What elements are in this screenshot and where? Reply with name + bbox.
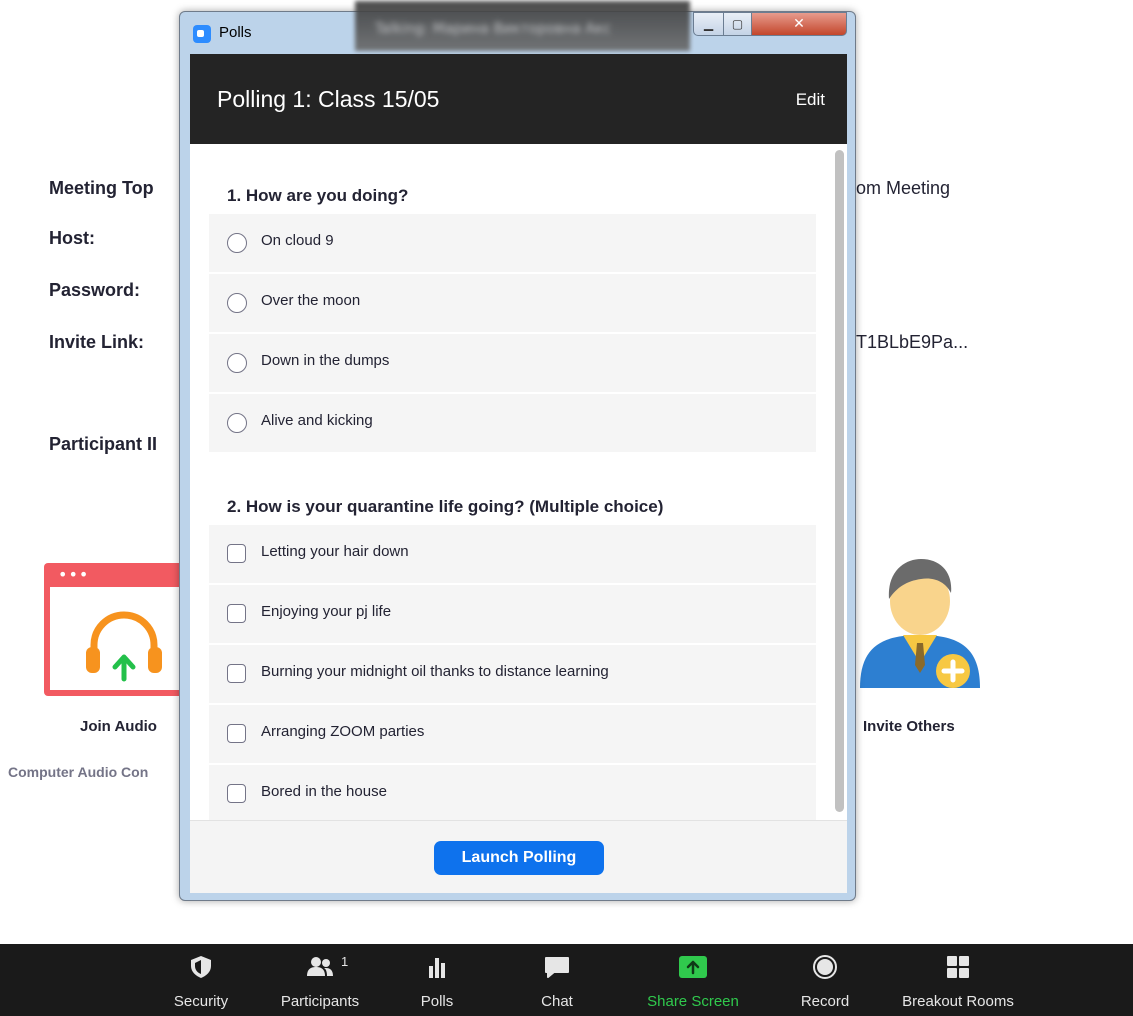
option-row[interactable]: Bored in the house <box>209 765 816 823</box>
meeting-topic-label: Meeting Top <box>49 178 154 198</box>
polls-icon <box>429 958 445 978</box>
radio-button[interactable] <box>227 353 247 373</box>
option-label: Down in the dumps <box>261 352 390 369</box>
radio-button[interactable] <box>227 293 247 313</box>
radio-button[interactable] <box>227 413 247 433</box>
host-label: Host: <box>49 228 95 248</box>
option-label: Alive and kicking <box>261 412 373 429</box>
option-label: On cloud 9 <box>261 232 334 249</box>
poll-header: Polling 1: Class 15/05 Edit <box>190 54 847 144</box>
option-row[interactable]: On cloud 9 <box>209 214 816 272</box>
checkbox[interactable] <box>227 664 246 683</box>
poll-title: Polling 1: Class 15/05 <box>217 86 440 112</box>
invite-others-label: Invite Others <box>863 718 955 735</box>
launch-polling-button[interactable]: Launch Polling <box>434 841 604 875</box>
security-button[interactable]: Security <box>155 944 247 1016</box>
record-button[interactable]: Record <box>790 944 860 1016</box>
window-title: Polls <box>219 24 252 41</box>
join-audio-tile-body <box>50 587 188 690</box>
option-label: Letting your hair down <box>261 543 409 560</box>
chat-bubble-icon <box>545 957 569 978</box>
headset-icon <box>86 611 162 682</box>
record-icon <box>813 955 837 979</box>
security-label: Security <box>173 993 229 1010</box>
option-label: Over the moon <box>261 292 361 309</box>
chat-label: Chat <box>541 993 573 1010</box>
window-titlebar[interactable]: Polls Talking: Марина Викторовна Акс ▁ ▢… <box>180 1 855 54</box>
checkbox[interactable] <box>227 604 246 623</box>
meeting-topic-value: om Meeting <box>856 178 951 198</box>
invite-link-label: Invite Link: <box>49 332 145 352</box>
checkbox[interactable] <box>227 544 246 563</box>
option-label: Arranging ZOOM parties <box>261 723 425 740</box>
participants-icon <box>307 957 333 976</box>
checkbox[interactable] <box>227 784 246 803</box>
option-label: Enjoying your pj life <box>261 603 392 620</box>
scrollbar-thumb[interactable] <box>835 150 844 812</box>
option-row[interactable]: Enjoying your pj life <box>209 585 816 643</box>
shield-icon <box>191 956 211 978</box>
minimize-button[interactable]: ▁ <box>693 12 724 36</box>
join-audio-tile[interactable]: ••• <box>44 563 194 696</box>
question-title: 2. How is your quarantine life going? (M… <box>227 497 664 516</box>
zoom-app-icon <box>193 25 211 43</box>
radio-button[interactable] <box>227 233 247 253</box>
maximize-button[interactable]: ▢ <box>723 12 752 36</box>
participants-button[interactable]: 1 Participants <box>265 944 375 1016</box>
window-dots-icon: ••• <box>58 565 90 584</box>
invite-others-icon[interactable] <box>855 553 985 693</box>
join-audio-label: Join Audio <box>80 718 157 735</box>
scrollbar[interactable] <box>833 146 845 820</box>
option-label: Burning your midnight oil thanks to dist… <box>261 663 609 680</box>
polls-window: Polls Talking: Марина Викторовна Акс ▁ ▢… <box>179 1 856 901</box>
participants-count: 1 <box>341 954 349 969</box>
blurred-talking-text: Talking: Марина Викторовна Акс <box>375 21 611 37</box>
breakout-rooms-button[interactable]: Breakout Rooms <box>890 944 1026 1016</box>
share-screen-icon <box>679 956 707 978</box>
poll-footer: Launch Polling <box>190 820 847 893</box>
meeting-toolbar: Security 1 Participants Polls Chat Share… <box>0 944 1133 1016</box>
blurred-talking-banner: Talking: Марина Викторовна Акс <box>355 1 690 51</box>
participant-id-label: Participant II <box>49 434 158 454</box>
option-label: Bored in the house <box>261 783 387 800</box>
option-row[interactable]: Over the moon <box>209 274 816 332</box>
share-screen-label: Share Screen <box>647 993 739 1010</box>
share-screen-button[interactable]: Share Screen <box>636 944 750 1016</box>
breakout-rooms-icon <box>947 956 969 978</box>
option-row[interactable]: Letting your hair down <box>209 525 816 583</box>
password-label: Password: <box>49 280 141 300</box>
chat-button[interactable]: Chat <box>525 944 589 1016</box>
breakout-rooms-label: Breakout Rooms <box>902 993 1014 1010</box>
option-row[interactable]: Arranging ZOOM parties <box>209 705 816 763</box>
invite-link-value[interactable]: T1BLbE9Pa... <box>856 332 968 353</box>
option-row[interactable]: Burning your midnight oil thanks to dist… <box>209 645 816 703</box>
poll-client-area: Polling 1: Class 15/05 Edit 1. How are y… <box>190 54 847 893</box>
edit-button[interactable]: Edit <box>796 90 825 110</box>
record-label: Record <box>800 993 850 1010</box>
checkbox[interactable] <box>227 724 246 743</box>
polls-button[interactable]: Polls <box>405 944 469 1016</box>
polls-label: Polls <box>420 993 454 1010</box>
participants-label: Participants <box>280 993 360 1010</box>
close-button[interactable]: ✕ <box>751 12 847 36</box>
option-row[interactable]: Down in the dumps <box>209 334 816 392</box>
option-row[interactable]: Alive and kicking <box>209 394 816 452</box>
question-title: 1. How are you doing? <box>227 186 409 205</box>
poll-body: 1. How are you doing? On cloud 9 Over th… <box>190 144 847 823</box>
computer-audio-label: Computer Audio Con <box>8 764 149 780</box>
